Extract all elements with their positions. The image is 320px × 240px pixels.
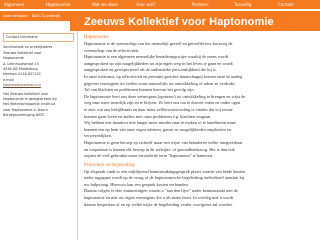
paragraph-line: kunnen een op hem van onze eigen talente…: [84, 126, 231, 132]
section-title-haptonomie: Haptonomie: [84, 35, 109, 40]
paragraph-line: onjuist de veel gebruikte maar verouderd…: [84, 153, 214, 159]
contact-box-label: Contact informatie: [6, 35, 38, 39]
paragraph-line: uw hulpvraag. Hiervoor kan een gesprek k…: [84, 181, 189, 187]
affiliation-details: Het Zeeuws kollektief voor Haptonomie is…: [3, 92, 74, 119]
top-navigation: Algemeen Haptonomie Wat we doen Voor wie…: [0, 0, 320, 10]
paragraph-line: haptonomie en met uw eigen vermogens die…: [84, 195, 234, 201]
section-body-procedure: Op afspraak vindt er een vrijblijvend ke…: [84, 169, 316, 208]
paragraph-line: Tal van klachten en problemen kunnen hie…: [84, 87, 195, 93]
nav-item-algemeen[interactable]: Algemeen: [4, 0, 46, 10]
sub-navigation: Doorverwijzer BATC & praktijk: [0, 11, 70, 21]
paragraph-line: nader ingegaan wordt op de vraag of de h…: [84, 175, 245, 181]
nav-item-contact[interactable]: Contact: [278, 0, 318, 10]
paragraph-line: wetenschap van de affectiviteit.: [84, 47, 140, 53]
nav-item-batc[interactable]: BATC & praktijk: [32, 14, 60, 18]
nav-item-partners[interactable]: Partners: [192, 0, 234, 10]
paragraph-line: Haptonomie is een algemeen menselijke be…: [84, 54, 228, 60]
affiliation-line: Beroepsvereniging BATC: [3, 113, 45, 118]
paragraph-line: Wij hebben een daardoor niet langer meer…: [84, 120, 236, 126]
section-body-haptonomie: Haptonomie is de wetenschap van het mens…: [84, 41, 316, 159]
contact-details: Secretariaat en praktijkadres Zeeuws Kol…: [3, 45, 74, 88]
nav-item-haptonomie[interactable]: Haptonomie: [46, 0, 92, 10]
paragraph-line: aangesproken en gerespecteerd als de aut…: [84, 67, 217, 73]
nav-item-doorverwijzer[interactable]: Doorverwijzer: [3, 14, 28, 18]
paragraph-line: In onze toekomst, op effectiviteit en pr…: [84, 73, 243, 79]
paragraph-line: daarna besproken of en op welke wijze de…: [84, 201, 233, 207]
nav-item-toevallig[interactable]: Toevallig: [234, 0, 278, 10]
paragraph-line: Daarna volgen er drie ontmoetingen waari…: [84, 188, 238, 194]
paragraph-line: kunnen gaan leven en anders met onze pro…: [84, 113, 212, 119]
paragraph-line: gegeven vermogens tot voelen soms nauwel…: [84, 80, 236, 86]
paragraph-line: en toepasbaar is binnen elk beroep in de…: [84, 146, 235, 152]
paragraph-line: De haptonomie leert ons deze vermogens (…: [84, 93, 246, 99]
paragraph-line: aangesproken op zijn mogelijkheden tot z…: [84, 60, 233, 66]
section-title-procedure: Procedure en begeleiding: [84, 162, 135, 168]
sidebar: Contact informatie Secretariaat en prakt…: [0, 31, 78, 240]
paragraph-line: Op afspraak vindt er een vrijblijvend ke…: [84, 168, 246, 174]
nav-item-voor-wie[interactable]: Voor wie?: [136, 0, 192, 10]
paragraph-line: weg naar meer innerlijk zijn en te blijv…: [84, 100, 241, 106]
paragraph-line: verwezenlijken.: [84, 133, 112, 139]
main-content: Haptonomie Haptonomie is de wetenschap v…: [80, 31, 320, 240]
contact-box: Contact informatie: [3, 33, 74, 43]
paragraph-line: Haptonomie is geen beroep op zichzelf ma…: [84, 139, 243, 145]
site-title: Zeeuws Kollektief voor Haptonomie: [84, 16, 274, 28]
paragraph-line: te zien wat ons bekijkbaakt en daar meer…: [84, 106, 233, 112]
email-link[interactable]: haptonomiezeeland.nl: [3, 83, 74, 88]
nav-item-wat-we-doen[interactable]: Wat we doen: [92, 0, 136, 10]
paragraph-line: Haptonomie is de wetenschap van het mens…: [84, 41, 233, 46]
